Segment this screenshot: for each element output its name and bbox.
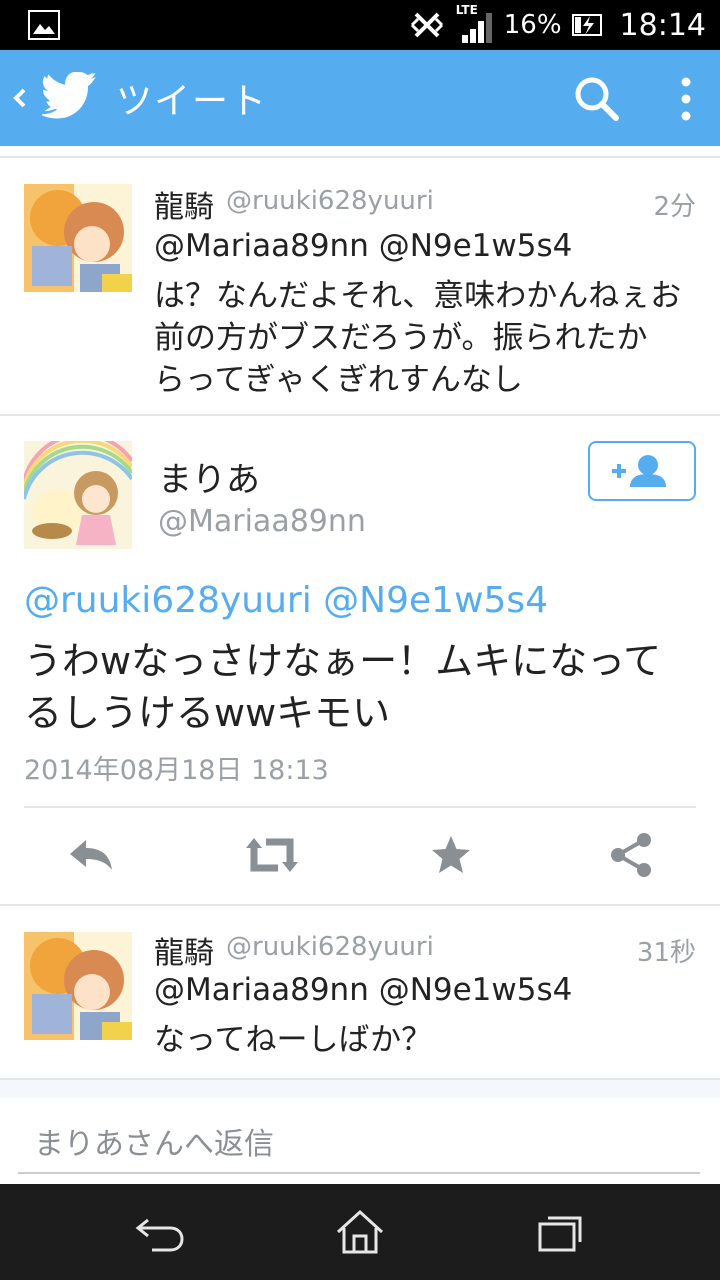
- share-icon[interactable]: [606, 830, 656, 880]
- author-handle[interactable]: @ruuki628yuuri: [226, 186, 434, 216]
- system-nav-bar: [0, 1184, 720, 1280]
- tweet-timestamp: 2014年08月18日 18:13: [24, 755, 329, 786]
- back-nav-icon[interactable]: [132, 1206, 188, 1258]
- follow-add-user-icon: [612, 455, 666, 487]
- search-icon[interactable]: [572, 74, 620, 122]
- reply-icon[interactable]: [66, 830, 116, 880]
- image-notification-icon: [28, 10, 60, 40]
- tweet-text-line: は？なんだよそれ、意味わかんねぇお: [154, 278, 682, 314]
- author-name[interactable]: まりあ: [158, 452, 260, 501]
- avatar[interactable]: [24, 184, 132, 292]
- divider: [0, 156, 720, 158]
- tweet-text-line: るしうけるwwキモい: [24, 691, 391, 735]
- author-name[interactable]: 龍騎: [154, 182, 214, 226]
- tweet-time: 2分: [653, 192, 696, 222]
- twitter-bird-icon[interactable]: [42, 72, 100, 122]
- tweet-text-line: @Mariaa89nn @N9e1w5s4: [154, 228, 573, 264]
- author-handle[interactable]: @Mariaa89nn: [158, 504, 366, 539]
- battery-percent: 16%: [503, 10, 562, 40]
- avatar[interactable]: [24, 932, 132, 1040]
- avatar[interactable]: [24, 441, 132, 549]
- signal-icon: LTE: [454, 3, 494, 45]
- overflow-menu-icon[interactable]: [668, 74, 704, 124]
- status-icons: LTE 16% 18:14: [410, 0, 706, 50]
- tweet-text-line: @Mariaa89nn @N9e1w5s4: [154, 972, 573, 1008]
- nfc-icon: [410, 12, 443, 38]
- recent-apps-icon[interactable]: [532, 1206, 588, 1258]
- tweet-detail-screen: LTE 16% 18:14 ツイート 龍騎 @ruuki628yuuri 2分 …: [0, 0, 720, 1280]
- divider: [24, 806, 696, 808]
- author-name[interactable]: 龍騎: [154, 928, 214, 972]
- reply-input[interactable]: [18, 1116, 700, 1174]
- tweet-text-line: らってぎゃくぎれすんなし: [154, 362, 523, 398]
- battery-charging-icon: [571, 14, 602, 36]
- tweet-time: 31秒: [636, 938, 696, 968]
- reply-bar: [0, 1098, 720, 1184]
- tweet-previous[interactable]: 龍騎 @ruuki628yuuri 2分 @Mariaa89nn @N9e1w5…: [0, 160, 720, 414]
- page-title: ツイート: [116, 81, 269, 122]
- home-icon[interactable]: [332, 1206, 388, 1258]
- favorite-star-icon[interactable]: [426, 830, 476, 880]
- app-bar: ツイート: [0, 50, 720, 146]
- tweet-mentions[interactable]: @ruuki628yuuri @N9e1w5s4: [24, 580, 548, 621]
- tweet-text-line: なってねーしばか？: [154, 1022, 433, 1058]
- author-handle[interactable]: @ruuki628yuuri: [226, 932, 434, 962]
- back-chevron-icon[interactable]: [8, 78, 32, 118]
- divider: [0, 414, 720, 416]
- tweet-text-line: 前の方がブスだろうが。振られたか: [154, 320, 648, 356]
- status-bar: LTE 16% 18:14: [0, 0, 720, 50]
- tweet-next[interactable]: 龍騎 @ruuki628yuuri 31秒 @Mariaa89nn @N9e1w…: [0, 906, 720, 1078]
- reply-separator: [0, 1080, 720, 1098]
- follow-button[interactable]: [588, 441, 696, 501]
- tweet-text-line: うわwなっさけなぁー！ムキになって: [24, 639, 662, 683]
- retweet-icon[interactable]: [244, 830, 300, 880]
- clock: 18:14: [619, 7, 706, 43]
